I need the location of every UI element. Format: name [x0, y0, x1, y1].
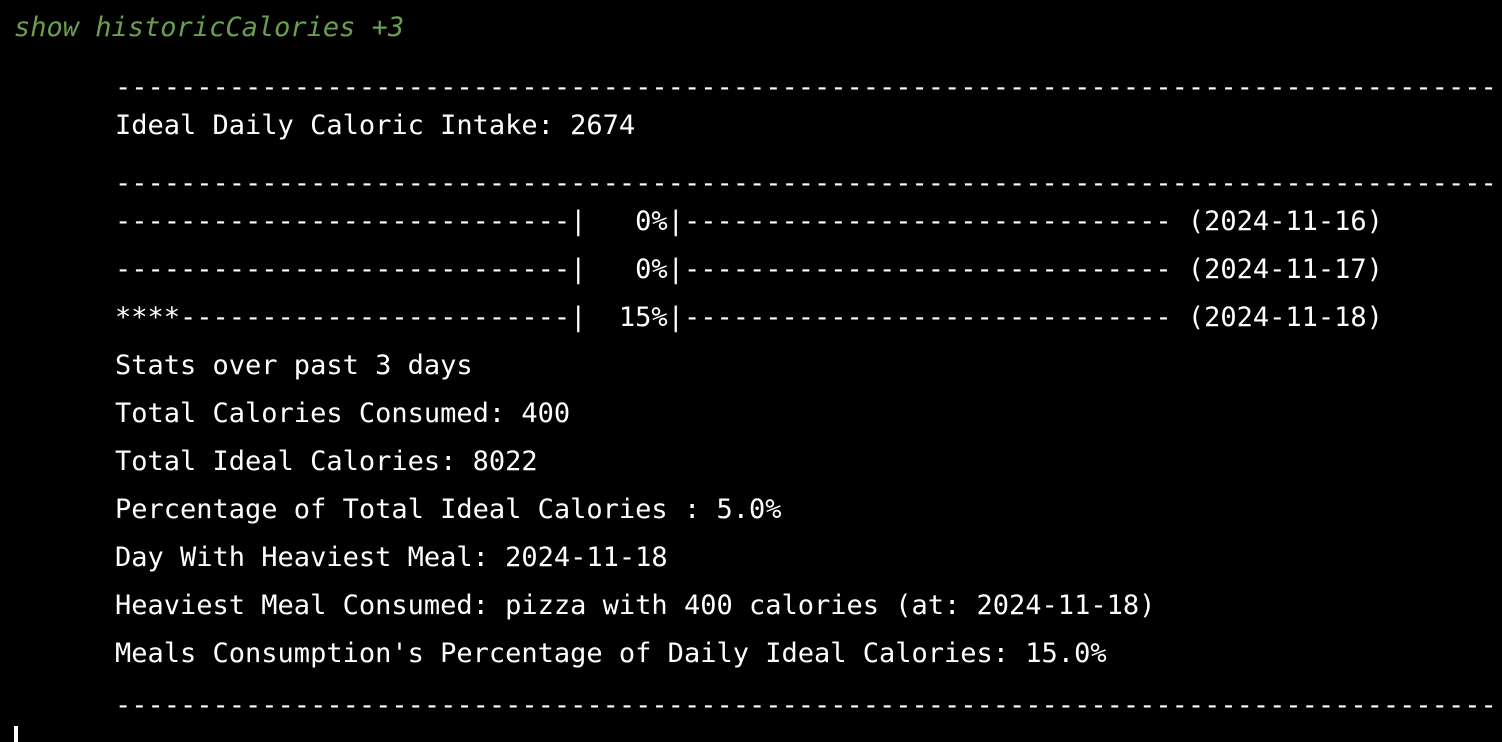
- heaviest-meal-consumed: Heaviest Meal Consumed: pizza with 400 c…: [115, 590, 1156, 621]
- percentage-total-ideal: Percentage of Total Ideal Calories : 5.0…: [115, 494, 782, 525]
- calorie-bar-row: ----------------------------| 0%|-------…: [115, 206, 1383, 237]
- command-line: show historicCalories +3: [14, 12, 405, 43]
- separator-top: ----------------------------------------…: [115, 72, 1497, 103]
- terminal-window[interactable]: show historicCalories +3 ---------------…: [0, 0, 1502, 742]
- stats-title: Stats over past 3 days: [115, 350, 473, 381]
- separator-bottom: ----------------------------------------…: [115, 690, 1497, 721]
- heaviest-meal-day: Day With Heaviest Meal: 2024-11-18: [115, 542, 668, 573]
- text-cursor: [14, 726, 18, 742]
- total-calories-consumed: Total Calories Consumed: 400: [115, 398, 571, 429]
- calorie-bar-row: ----------------------------| 0%|-------…: [115, 254, 1383, 285]
- separator-mid: ----------------------------------------…: [115, 168, 1497, 199]
- total-ideal-calories: Total Ideal Calories: 8022: [115, 446, 538, 477]
- meals-percentage-daily: Meals Consumption's Percentage of Daily …: [115, 638, 1107, 669]
- calorie-bar-row: ****------------------------| 15%|------…: [115, 302, 1383, 333]
- ideal-daily-intake: Ideal Daily Caloric Intake: 2674: [115, 110, 636, 141]
